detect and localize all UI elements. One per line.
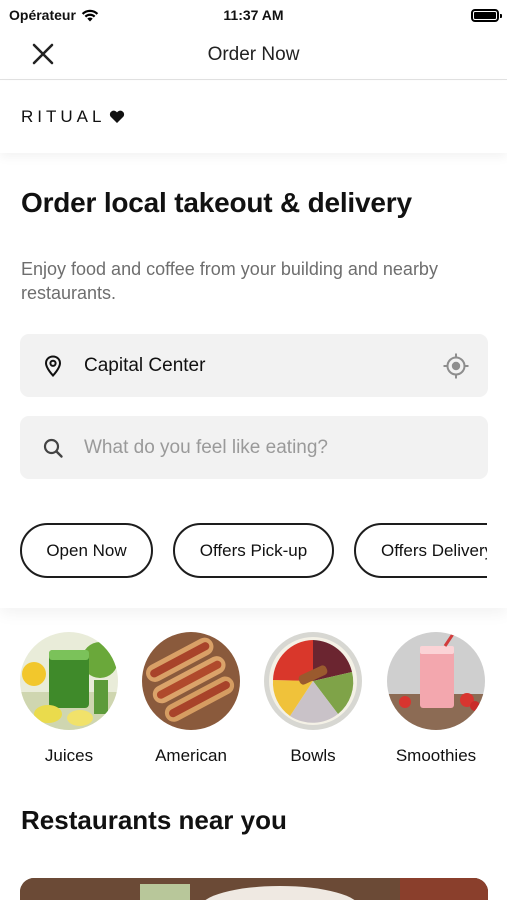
- status-bar: Opérateur 11:37 AM: [0, 0, 507, 30]
- search-placeholder: What do you feel like eating?: [84, 436, 328, 458]
- location-value: Capital Center: [84, 354, 206, 376]
- locate-me-icon[interactable]: [442, 352, 470, 380]
- map-pin-icon: [44, 355, 62, 377]
- restaurant-image: [20, 878, 488, 900]
- location-field[interactable]: Capital Center: [20, 334, 488, 397]
- smoothie-image: [387, 632, 485, 730]
- brand-header: RITUAL: [0, 81, 507, 153]
- battery-icon: [471, 8, 502, 22]
- category-label: Juices: [44, 746, 94, 765]
- hero-title: Order local takeout & delivery: [21, 187, 412, 218]
- bowl-image: [264, 632, 362, 730]
- filter-open-now[interactable]: Open Now: [20, 523, 153, 578]
- hero-section: Order local takeout & delivery Enjoy foo…: [0, 153, 507, 608]
- filter-offers-pickup[interactable]: Offers Pick-up: [173, 523, 334, 578]
- category-juices[interactable]: Juices: [14, 632, 124, 766]
- hotdog-image: [142, 632, 240, 730]
- category-carousel: Juices American Bowls Smoothies: [0, 608, 507, 778]
- hero-subtitle: Enjoy food and coffee from your building…: [21, 259, 438, 303]
- category-label: American: [155, 746, 227, 765]
- filter-offers-delivery[interactable]: Offers Delivery: [354, 523, 487, 578]
- search-icon: [43, 438, 63, 458]
- filter-chips: Open Now Offers Pick-up Offers Delivery: [20, 523, 487, 579]
- restaurants-section-title: Restaurants near you: [21, 805, 287, 835]
- brand-logo: RITUAL: [21, 107, 125, 127]
- category-label: Bowls: [290, 746, 336, 765]
- status-time: 11:37 AM: [223, 7, 284, 23]
- page-title: Order Now: [207, 43, 300, 65]
- category-bowls[interactable]: Bowls: [258, 632, 368, 766]
- nav-bar: Order Now: [0, 30, 507, 80]
- category-smoothies[interactable]: Smoothies: [381, 632, 491, 766]
- category-american[interactable]: American: [136, 632, 246, 766]
- juice-image: [20, 632, 118, 730]
- search-input[interactable]: What do you feel like eating?: [20, 416, 488, 479]
- heart-icon: [110, 110, 125, 123]
- close-button[interactable]: [28, 39, 58, 69]
- restaurant-card[interactable]: [20, 878, 488, 900]
- category-label: Smoothies: [395, 746, 477, 765]
- brand-name: RITUAL: [21, 107, 106, 126]
- close-icon: [32, 43, 54, 65]
